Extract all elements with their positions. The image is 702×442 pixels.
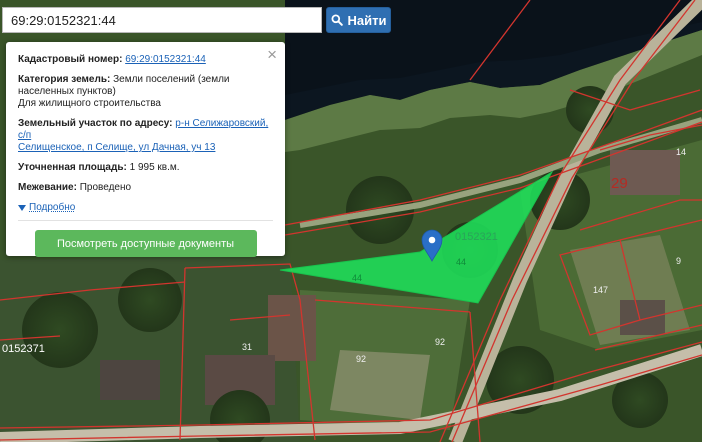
divider — [18, 220, 273, 221]
tree-cluster — [118, 268, 182, 332]
details-toggle[interactable]: Подробно — [18, 202, 273, 214]
address-row: Земельный участок по адресу: р-н Селижар… — [18, 118, 273, 154]
land-use-value: Для жилищного строительства — [18, 98, 161, 109]
search-input[interactable] — [2, 7, 322, 33]
land-category-label: Категория земель: — [18, 74, 111, 85]
parcel-number-label: 31 — [242, 342, 252, 352]
land-category-value: Земли поселений (земли — [113, 74, 230, 85]
parcel-number-label: 44 — [352, 273, 362, 283]
search-button-label: Найти — [347, 12, 387, 28]
parcel-number-label: 147 — [593, 285, 608, 295]
search-icon — [331, 14, 343, 26]
parcel-info-popup: × Кадастровый номер: 69:29:0152321:44 Ка… — [6, 42, 285, 257]
area-value: 1 995 кв.м. — [129, 162, 180, 173]
parcel-number-label: 44 — [456, 257, 466, 267]
building — [268, 295, 316, 361]
clearing — [330, 350, 430, 420]
quarter-code-label-left: 0152371 — [2, 343, 45, 355]
map-viewport[interactable]: 0152321 0152371 29 14 9 147 31 92 92 44 … — [0, 0, 702, 442]
parcel-number-label: 9 — [676, 256, 681, 266]
building — [100, 360, 160, 400]
land-category-value-cont: населенных пунктов) — [18, 86, 116, 97]
quarter-code-label: 0152321 — [455, 231, 498, 243]
quarter-number-label: 29 — [611, 175, 628, 192]
parcel-number-label: 92 — [435, 337, 445, 347]
survey-value: Проведено — [79, 182, 132, 193]
address-label: Земельный участок по адресу: — [18, 118, 173, 129]
details-toggle-label: Подробно — [29, 202, 76, 213]
parcel-number-label: 92 — [356, 354, 366, 364]
tree-cluster — [22, 292, 98, 368]
cadastral-number-label: Кадастровый номер: — [18, 54, 123, 65]
search-button[interactable]: Найти — [326, 7, 391, 33]
building — [620, 300, 665, 335]
triangle-down-icon — [18, 205, 26, 211]
parcel-number-label: 14 — [676, 147, 686, 157]
survey-row: Межевание: Проведено — [18, 182, 273, 194]
area-row: Уточненная площадь: 1 995 кв.м. — [18, 162, 273, 174]
cadastral-number-link[interactable]: 69:29:0152321:44 — [125, 54, 206, 65]
close-icon[interactable]: × — [267, 46, 277, 64]
survey-label: Межевание: — [18, 182, 77, 193]
land-category-row: Категория земель: Земли поселений (земли… — [18, 74, 273, 110]
cadastral-number-row: Кадастровый номер: 69:29:0152321:44 — [18, 54, 273, 66]
area-label: Уточненная площадь: — [18, 162, 127, 173]
view-documents-button[interactable]: Посмотреть доступные документы — [34, 230, 257, 257]
address-link-cont[interactable]: Селищенское, п Селище, ул Дачная, уч 13 — [18, 142, 215, 153]
